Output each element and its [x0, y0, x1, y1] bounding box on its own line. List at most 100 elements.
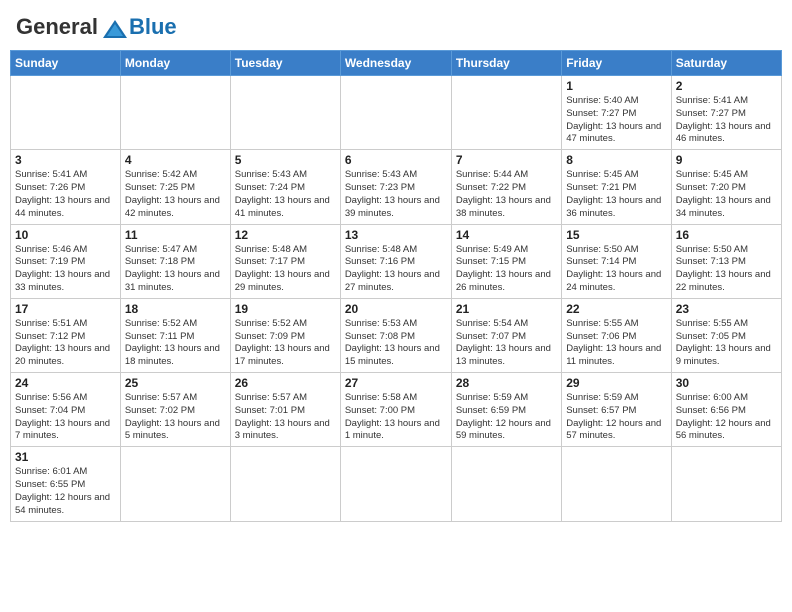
calendar-empty-cell [230, 447, 340, 521]
calendar-week-row: 17Sunrise: 5:51 AMSunset: 7:12 PMDayligh… [11, 298, 782, 372]
day-number: 22 [566, 302, 666, 316]
day-number: 16 [676, 228, 777, 242]
day-number: 11 [125, 228, 226, 242]
day-number: 8 [566, 153, 666, 167]
day-number: 24 [15, 376, 116, 390]
day-number: 4 [125, 153, 226, 167]
calendar-day-20: 20 Sunrise: 5:53 AMSunset: 7:08 PMDayligh… [340, 298, 451, 372]
day-info: Sunrise: 5:57 AMSunset: 7:01 PMDaylight:… [235, 392, 336, 443]
calendar-week-row: 3 Sunrise: 5:41 AMSunset: 7:26 PMDaylight… [11, 150, 782, 224]
day-number: 23 [676, 302, 777, 316]
weekday-header-saturday: Saturday [671, 51, 781, 76]
calendar-day-23: 23 Sunrise: 5:55 AMSunset: 7:05 PMDayligh… [671, 298, 781, 372]
day-info: Sunrise: 5:50 AMSunset: 7:14 PMDaylight:… [566, 244, 666, 295]
logo: General Blue [16, 14, 177, 40]
calendar-day-12: 12 Sunrise: 5:48 AMSunset: 7:17 PMDayligh… [230, 224, 340, 298]
calendar-empty-cell [11, 76, 121, 150]
day-info: Sunrise: 6:00 AMSunset: 6:56 PMDaylight:… [676, 392, 777, 443]
calendar-empty-cell [671, 447, 781, 521]
day-info: Sunrise: 5:46 AMSunset: 7:19 PMDaylight:… [15, 244, 116, 295]
day-number: 12 [235, 228, 336, 242]
weekday-header-monday: Monday [120, 51, 230, 76]
day-number: 27 [345, 376, 447, 390]
calendar-day-24: 24 Sunrise: 5:56 AMSunset: 7:04 PMDayligh… [11, 373, 121, 447]
day-number: 2 [676, 79, 777, 93]
calendar-empty-cell [340, 76, 451, 150]
day-number: 18 [125, 302, 226, 316]
calendar-day-1: 1 Sunrise: 5:40 AMSunset: 7:27 PMDaylight… [562, 76, 671, 150]
day-info: Sunrise: 5:56 AMSunset: 7:04 PMDaylight:… [15, 392, 116, 443]
calendar-empty-cell [120, 76, 230, 150]
calendar-empty-cell [451, 447, 561, 521]
calendar-day-6: 6 Sunrise: 5:43 AMSunset: 7:23 PMDaylight… [340, 150, 451, 224]
day-number: 6 [345, 153, 447, 167]
calendar-day-25: 25 Sunrise: 5:57 AMSunset: 7:02 PMDayligh… [120, 373, 230, 447]
day-info: Sunrise: 5:48 AMSunset: 7:17 PMDaylight:… [235, 244, 336, 295]
day-number: 13 [345, 228, 447, 242]
day-info: Sunrise: 5:51 AMSunset: 7:12 PMDaylight:… [15, 318, 116, 369]
calendar-day-28: 28Sunrise: 5:59 AMSunset: 6:59 PMDayligh… [451, 373, 561, 447]
calendar-day-18: 18 Sunrise: 5:52 AMSunset: 7:11 PMDayligh… [120, 298, 230, 372]
calendar-day-17: 17Sunrise: 5:51 AMSunset: 7:12 PMDayligh… [11, 298, 121, 372]
day-info: Sunrise: 5:58 AMSunset: 7:00 PMDaylight:… [345, 392, 447, 443]
calendar-day-13: 13Sunrise: 5:48 AMSunset: 7:16 PMDayligh… [340, 224, 451, 298]
day-info: Sunrise: 5:55 AMSunset: 7:05 PMDaylight:… [676, 318, 777, 369]
day-info: Sunrise: 6:01 AMSunset: 6:55 PMDaylight:… [15, 466, 116, 517]
weekday-header-friday: Friday [562, 51, 671, 76]
day-info: Sunrise: 5:52 AMSunset: 7:11 PMDaylight:… [125, 318, 226, 369]
calendar-day-30: 30 Sunrise: 6:00 AMSunset: 6:56 PMDayligh… [671, 373, 781, 447]
calendar-day-27: 27 Sunrise: 5:58 AMSunset: 7:00 PMDayligh… [340, 373, 451, 447]
day-number: 1 [566, 79, 666, 93]
calendar-day-11: 11Sunrise: 5:47 AMSunset: 7:18 PMDayligh… [120, 224, 230, 298]
weekday-header-sunday: Sunday [11, 51, 121, 76]
day-info: Sunrise: 5:41 AMSunset: 7:26 PMDaylight:… [15, 169, 116, 220]
calendar-day-9: 9Sunrise: 5:45 AMSunset: 7:20 PMDaylight… [671, 150, 781, 224]
day-info: Sunrise: 5:41 AMSunset: 7:27 PMDaylight:… [676, 95, 777, 146]
day-info: Sunrise: 5:49 AMSunset: 7:15 PMDaylight:… [456, 244, 557, 295]
day-info: Sunrise: 5:45 AMSunset: 7:20 PMDaylight:… [676, 169, 777, 220]
calendar-empty-cell [120, 447, 230, 521]
day-info: Sunrise: 5:44 AMSunset: 7:22 PMDaylight:… [456, 169, 557, 220]
calendar-day-19: 19Sunrise: 5:52 AMSunset: 7:09 PMDayligh… [230, 298, 340, 372]
day-info: Sunrise: 5:45 AMSunset: 7:21 PMDaylight:… [566, 169, 666, 220]
calendar-day-16: 16 Sunrise: 5:50 AMSunset: 7:13 PMDayligh… [671, 224, 781, 298]
calendar-day-10: 10 Sunrise: 5:46 AMSunset: 7:19 PMDayligh… [11, 224, 121, 298]
calendar-week-row: 1 Sunrise: 5:40 AMSunset: 7:27 PMDaylight… [11, 76, 782, 150]
calendar-day-5: 5Sunrise: 5:43 AMSunset: 7:24 PMDaylight… [230, 150, 340, 224]
calendar-day-4: 4 Sunrise: 5:42 AMSunset: 7:25 PMDaylight… [120, 150, 230, 224]
calendar-empty-cell [230, 76, 340, 150]
day-info: Sunrise: 5:54 AMSunset: 7:07 PMDaylight:… [456, 318, 557, 369]
day-info: Sunrise: 5:42 AMSunset: 7:25 PMDaylight:… [125, 169, 226, 220]
day-number: 26 [235, 376, 336, 390]
day-number: 10 [15, 228, 116, 242]
calendar-week-row: 10 Sunrise: 5:46 AMSunset: 7:19 PMDayligh… [11, 224, 782, 298]
day-info: Sunrise: 5:43 AMSunset: 7:23 PMDaylight:… [345, 169, 447, 220]
logo-icon [101, 18, 129, 40]
calendar-day-3: 3 Sunrise: 5:41 AMSunset: 7:26 PMDaylight… [11, 150, 121, 224]
calendar-header-row: SundayMondayTuesdayWednesdayThursdayFrid… [11, 51, 782, 76]
day-number: 3 [15, 153, 116, 167]
day-info: Sunrise: 5:53 AMSunset: 7:08 PMDaylight:… [345, 318, 447, 369]
calendar-day-7: 7Sunrise: 5:44 AMSunset: 7:22 PMDaylight… [451, 150, 561, 224]
day-number: 29 [566, 376, 666, 390]
day-number: 21 [456, 302, 557, 316]
calendar-week-row: 24 Sunrise: 5:56 AMSunset: 7:04 PMDayligh… [11, 373, 782, 447]
day-number: 14 [456, 228, 557, 242]
day-info: Sunrise: 5:55 AMSunset: 7:06 PMDaylight:… [566, 318, 666, 369]
calendar-day-29: 29Sunrise: 5:59 AMSunset: 6:57 PMDayligh… [562, 373, 671, 447]
calendar-day-8: 8 Sunrise: 5:45 AMSunset: 7:21 PMDaylight… [562, 150, 671, 224]
day-number: 19 [235, 302, 336, 316]
day-number: 25 [125, 376, 226, 390]
weekday-header-tuesday: Tuesday [230, 51, 340, 76]
day-number: 5 [235, 153, 336, 167]
day-number: 30 [676, 376, 777, 390]
day-info: Sunrise: 5:40 AMSunset: 7:27 PMDaylight:… [566, 95, 666, 146]
calendar-day-15: 15Sunrise: 5:50 AMSunset: 7:14 PMDayligh… [562, 224, 671, 298]
logo-general-text: General [16, 14, 98, 40]
day-number: 20 [345, 302, 447, 316]
calendar-day-26: 26 Sunrise: 5:57 AMSunset: 7:01 PMDayligh… [230, 373, 340, 447]
day-info: Sunrise: 5:57 AMSunset: 7:02 PMDaylight:… [125, 392, 226, 443]
day-info: Sunrise: 5:50 AMSunset: 7:13 PMDaylight:… [676, 244, 777, 295]
day-number: 28 [456, 376, 557, 390]
calendar-day-21: 21 Sunrise: 5:54 AMSunset: 7:07 PMDayligh… [451, 298, 561, 372]
